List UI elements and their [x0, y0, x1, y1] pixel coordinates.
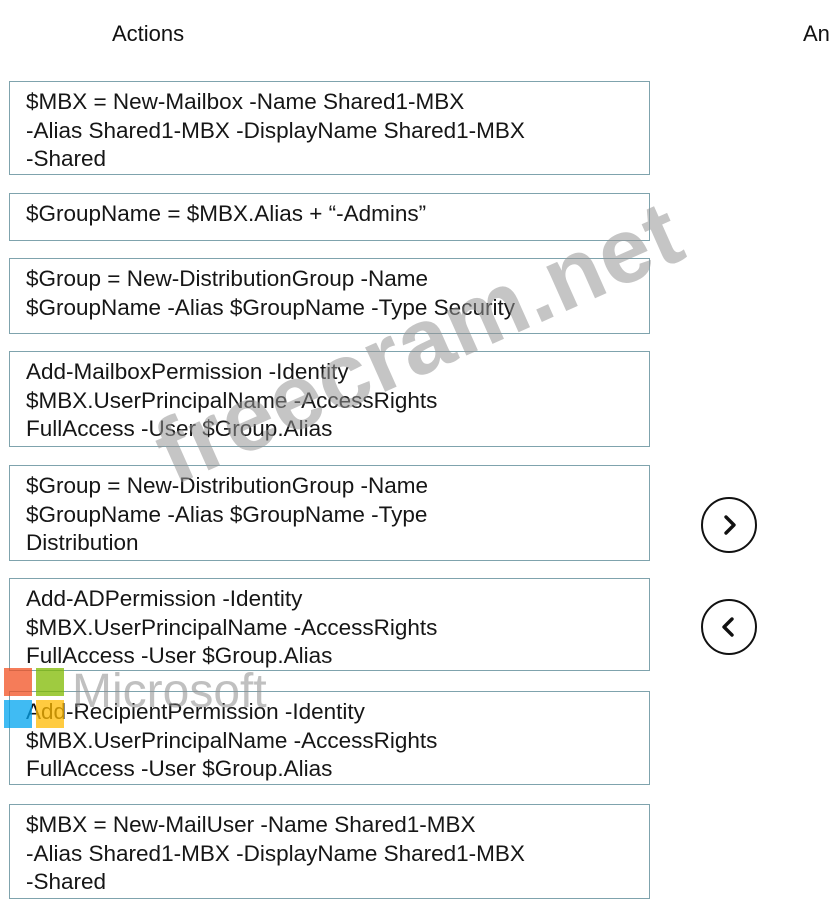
- action-text-line: $GroupName -Alias $GroupName -Type: [26, 501, 428, 527]
- action-item[interactable]: $Group = New-DistributionGroup -Name $Gro…: [9, 465, 650, 561]
- action-item[interactable]: Add-ADPermission -Identity $MBX.UserPrinc…: [9, 578, 650, 671]
- action-text-line: $MBX.UserPrincipalName -AccessRights: [26, 614, 438, 640]
- action-text-line: $GroupName = $MBX.Alias + “-Admins”: [26, 201, 427, 226]
- action-text-line: FullAccess -User $Group.Alias: [26, 416, 333, 441]
- action-text-line: $Group = New-DistributionGroup -Name: [26, 266, 429, 291]
- action-text-line: -Alias Shared1-MBX -DisplayName Shared1-…: [26, 117, 525, 143]
- action-text-line: Add-MailboxPermission -Identity: [26, 359, 349, 384]
- move-right-button[interactable]: [701, 497, 757, 553]
- action-item[interactable]: $MBX = New-MailUser -Name Shared1-MBX -Al…: [9, 804, 650, 899]
- action-text-line: -Shared: [26, 146, 107, 171]
- action-item[interactable]: Add-MailboxPermission -Identity $MBX.User…: [9, 351, 650, 447]
- action-text-line: Add-ADPermission -Identity: [26, 586, 303, 611]
- action-text-line: $MBX.UserPrincipalName -AccessRights: [26, 727, 438, 753]
- action-text-line: $MBX = New-MailUser -Name Shared1-MBX: [26, 812, 476, 837]
- chevron-left-icon: [722, 617, 734, 637]
- action-text-line: Distribution: [26, 530, 139, 555]
- action-text-line: $MBX.UserPrincipalName -AccessRights: [26, 387, 438, 413]
- answer-area-heading: An: [803, 21, 830, 46]
- chevron-right-icon: [724, 515, 736, 535]
- action-item[interactable]: $GroupName = $MBX.Alias + “-Admins”: [9, 193, 650, 241]
- action-text-line: Add-RecipientPermission -Identity: [26, 699, 365, 724]
- action-text-line: FullAccess -User $Group.Alias: [26, 643, 333, 668]
- action-text-line: -Shared: [26, 869, 107, 894]
- move-left-button[interactable]: [701, 599, 757, 655]
- action-item[interactable]: $MBX = New-Mailbox -Name Shared1-MBX -Ali…: [9, 81, 650, 175]
- action-text-line: -Alias Shared1-MBX -DisplayName Shared1-…: [26, 840, 525, 866]
- action-item[interactable]: Add-RecipientPermission -Identity $MBX.Us…: [9, 691, 650, 785]
- action-text-line: $Group = New-DistributionGroup -Name: [26, 473, 429, 498]
- actions-heading: Actions: [112, 21, 185, 46]
- action-item[interactable]: $Group = New-DistributionGroup -Name $Gro…: [9, 258, 650, 334]
- action-text-line: $MBX = New-Mailbox -Name Shared1-MBX: [26, 89, 465, 114]
- action-text-line: $GroupName -Alias $GroupName -Type Secur…: [26, 294, 515, 320]
- action-text-line: FullAccess -User $Group.Alias: [26, 756, 333, 781]
